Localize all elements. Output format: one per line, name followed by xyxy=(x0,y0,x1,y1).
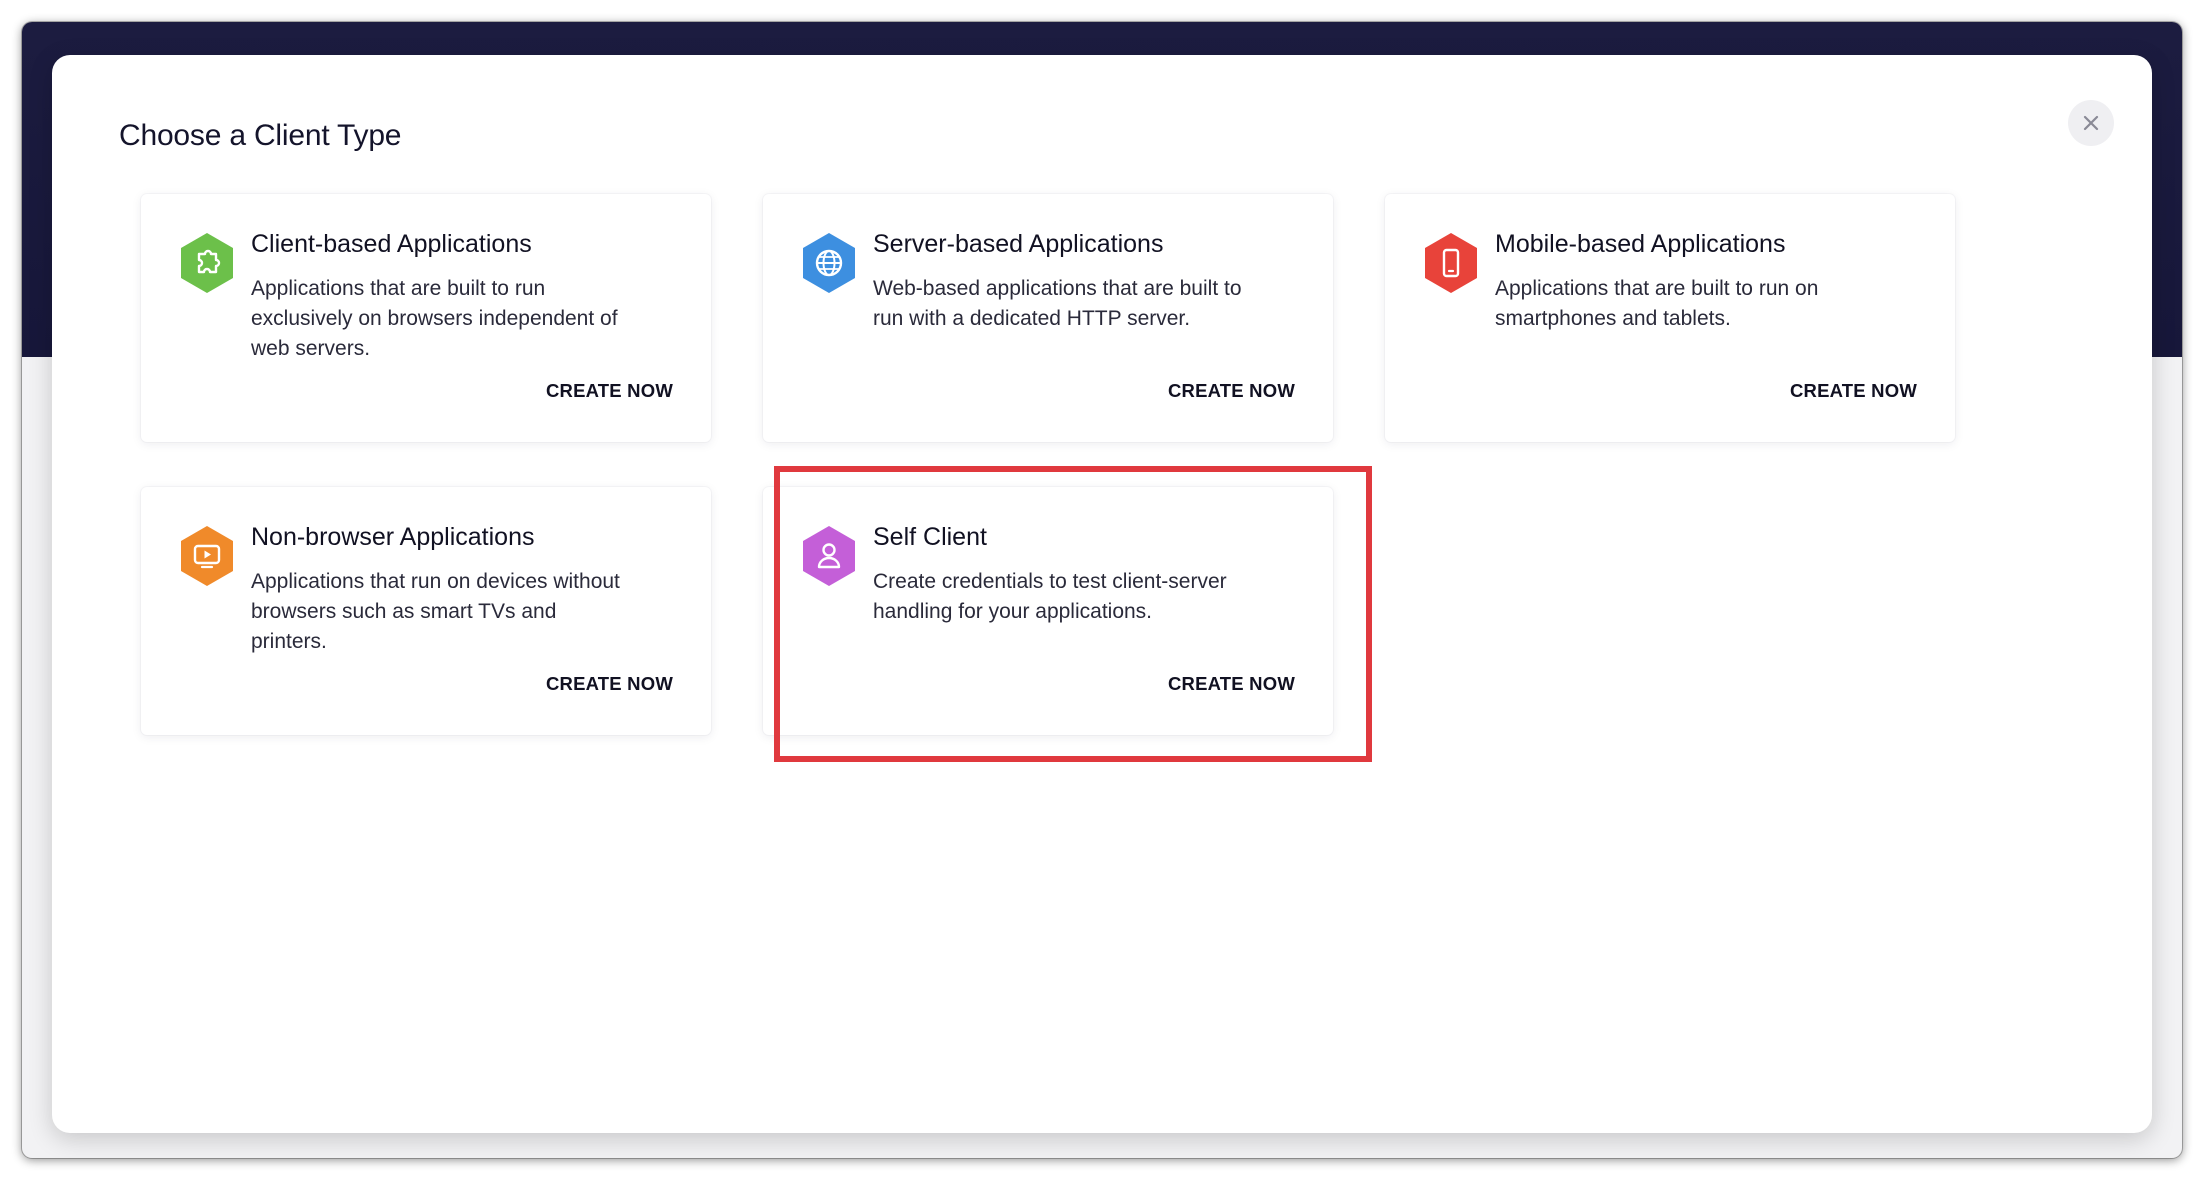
card-description: Web-based applications that are built to… xyxy=(873,277,1242,330)
create-now-button[interactable]: CREATE NOW xyxy=(1790,380,1917,402)
tv-icon xyxy=(179,525,235,587)
card-server-based[interactable]: Server-based Applications Web-based appl… xyxy=(763,194,1333,442)
close-button[interactable] xyxy=(2068,100,2114,146)
globe-icon xyxy=(801,232,857,294)
app-window: Choose a Client Type Client-based Applic… xyxy=(22,22,2182,1158)
card-self-client[interactable]: Self Client Create credentials to test c… xyxy=(763,487,1333,735)
card-mobile-based[interactable]: Mobile-based Applications Applications t… xyxy=(1385,194,1955,442)
puzzle-icon xyxy=(179,232,235,294)
user-icon xyxy=(801,525,857,587)
card-title: Client-based Applications xyxy=(251,230,532,258)
card-title: Non-browser Applications xyxy=(251,523,535,551)
dialog-title: Choose a Client Type xyxy=(119,119,402,152)
card-description: Create credentials to test client-server… xyxy=(873,570,1227,623)
phone-icon xyxy=(1423,232,1479,294)
card-client-based[interactable]: Client-based Applications Applications t… xyxy=(141,194,711,442)
card-title: Mobile-based Applications xyxy=(1495,230,1786,258)
create-now-button[interactable]: CREATE NOW xyxy=(546,380,673,402)
create-now-button[interactable]: CREATE NOW xyxy=(546,673,673,695)
create-now-button[interactable]: CREATE NOW xyxy=(1168,380,1295,402)
card-title: Server-based Applications xyxy=(873,230,1164,258)
card-title: Self Client xyxy=(873,523,987,551)
card-non-browser[interactable]: Non-browser Applications Applications th… xyxy=(141,487,711,735)
card-description: Applications that are built to run on sm… xyxy=(1495,277,1819,330)
create-now-button[interactable]: CREATE NOW xyxy=(1168,673,1295,695)
choose-client-type-dialog: Choose a Client Type Client-based Applic… xyxy=(52,55,2152,1133)
card-description: Applications that run on devices without… xyxy=(251,570,620,653)
card-description: Applications that are built to run exclu… xyxy=(251,277,618,360)
close-icon xyxy=(2083,115,2099,131)
